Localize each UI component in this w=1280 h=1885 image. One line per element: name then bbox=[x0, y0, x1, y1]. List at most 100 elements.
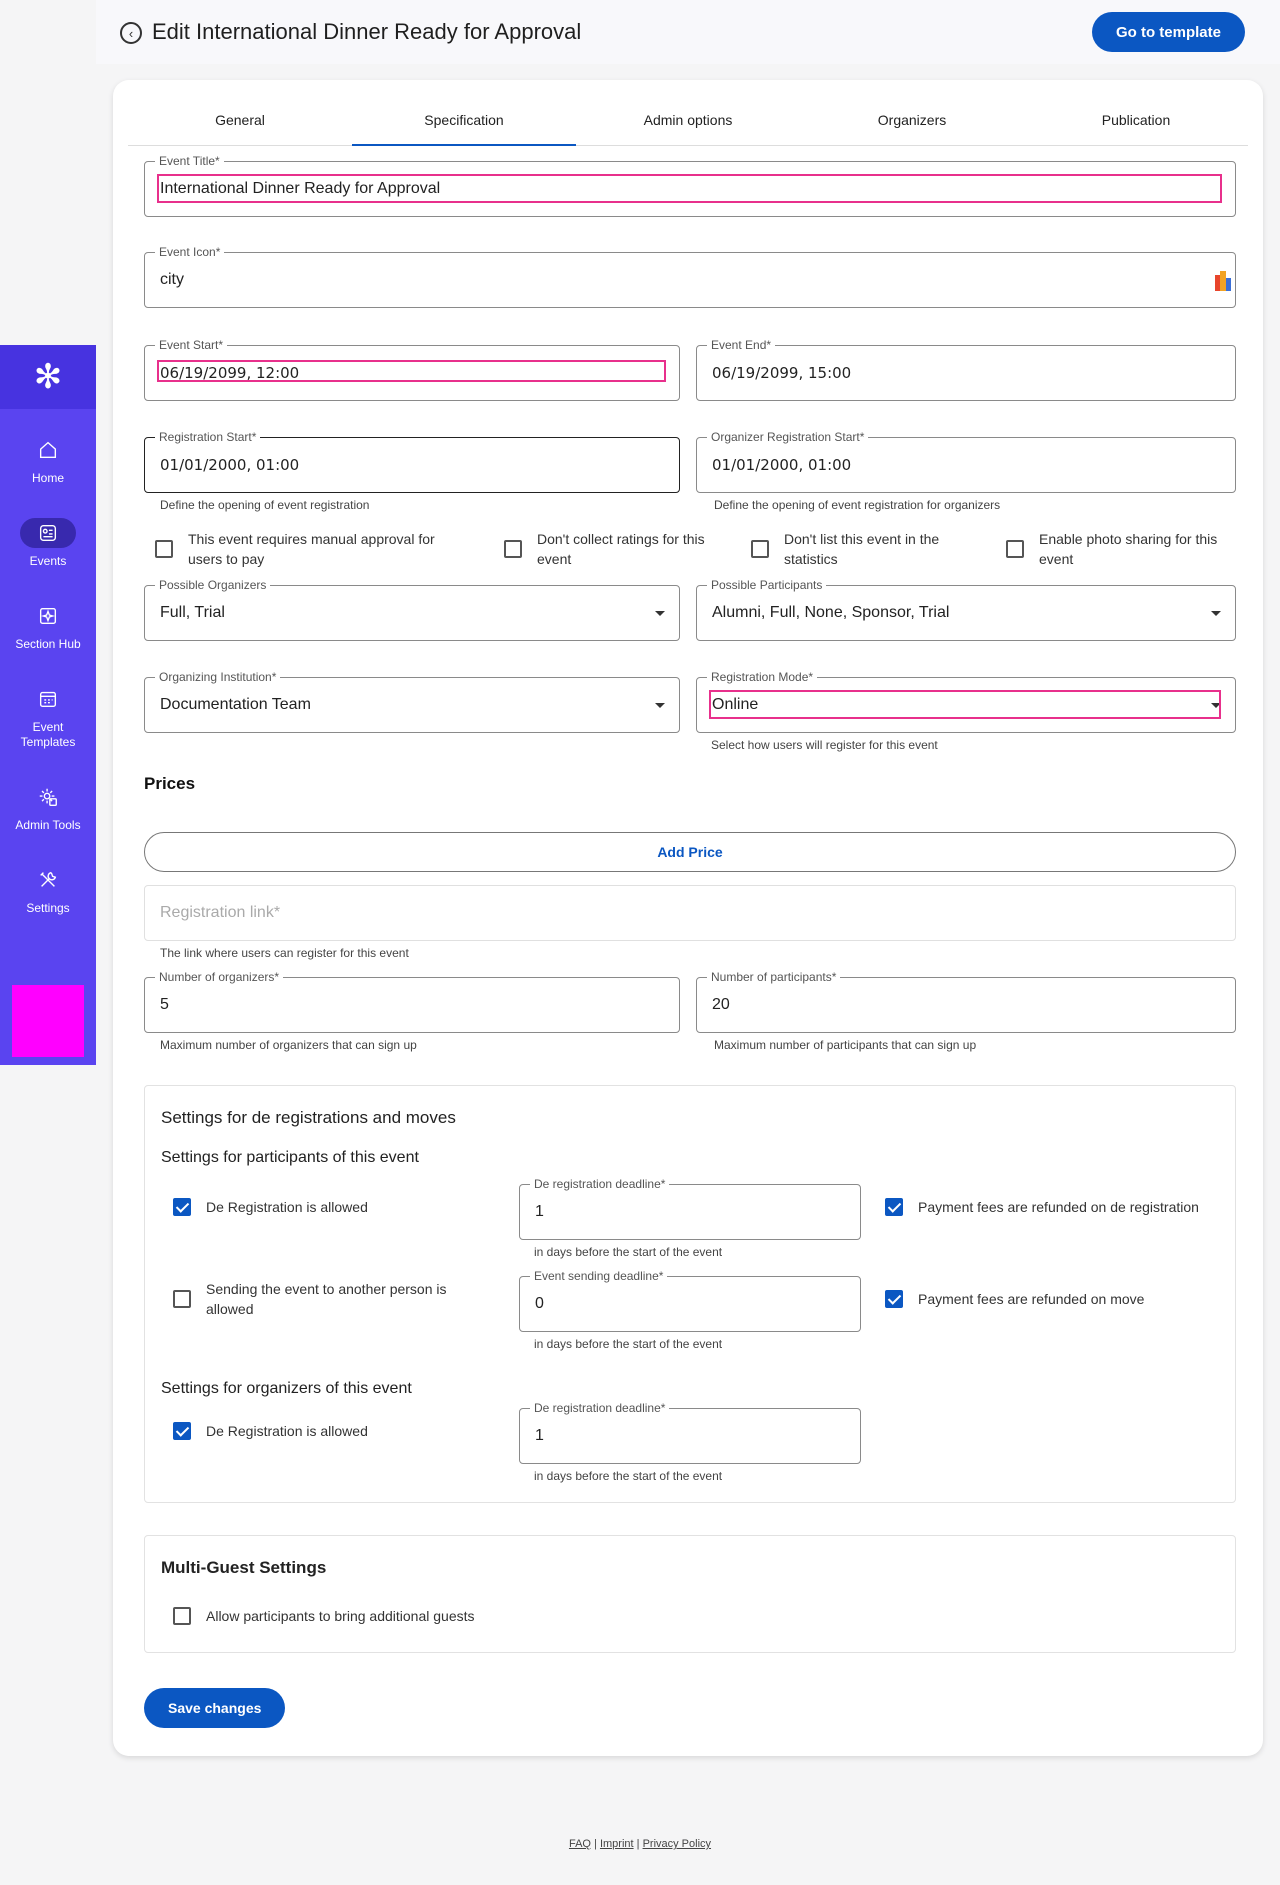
event-sending-deadline-value: 0 bbox=[535, 1295, 544, 1312]
registration-link-placeholder: Registration link* bbox=[160, 904, 281, 921]
event-end-value: 06/19/2099, 15:00 bbox=[712, 364, 852, 382]
participant-dereg-allowed-checkbox[interactable] bbox=[173, 1198, 191, 1216]
organizer-registration-start-field[interactable]: Organizer Registration Start* 01/01/2000… bbox=[696, 430, 1236, 493]
registration-mode-select[interactable]: Registration Mode* Online bbox=[696, 670, 1236, 733]
sidebar-item-events[interactable]: Events bbox=[8, 518, 88, 569]
multi-guest-title: Multi-Guest Settings bbox=[161, 1558, 327, 1577]
section-hub-icon bbox=[20, 601, 76, 631]
organizer-dereg-allowed-checkbox[interactable] bbox=[173, 1422, 191, 1440]
event-title-label: Event Title* bbox=[155, 154, 224, 168]
event-templates-icon bbox=[20, 684, 76, 714]
participant-dereg-deadline-value: 1 bbox=[535, 1203, 544, 1220]
chevron-down-icon bbox=[655, 703, 665, 708]
registration-start-helper: Define the opening of event registration bbox=[160, 498, 370, 512]
participant-dereg-deadline-field[interactable]: De registration deadline* 1 bbox=[519, 1177, 861, 1240]
no-ratings-label: Don't collect ratings for this event bbox=[537, 531, 705, 567]
num-participants-field[interactable]: Number of participants* 20 bbox=[696, 970, 1236, 1033]
participant-dereg-allowed-label: De Registration is allowed bbox=[206, 1199, 368, 1215]
app-logo[interactable]: ✻ bbox=[0, 345, 96, 409]
registration-mode-helper: Select how users will register for this … bbox=[711, 738, 938, 752]
num-organizers-helper: Maximum number of organizers that can si… bbox=[160, 1038, 417, 1052]
organizer-dereg-deadline-label: De registration deadline* bbox=[530, 1401, 670, 1415]
sending-allowed-checkbox[interactable] bbox=[173, 1290, 191, 1308]
sidebar-item-settings[interactable]: Settings bbox=[8, 865, 88, 916]
registration-start-value: 01/01/2000, 01:00 bbox=[160, 456, 300, 474]
participant-dereg-deadline-helper: in days before the start of the event bbox=[534, 1245, 723, 1259]
possible-organizers-value: Full, Trial bbox=[160, 604, 225, 621]
organizing-institution-select[interactable]: Organizing Institution* Documentation Te… bbox=[144, 670, 680, 733]
event-end-field[interactable]: Event End* 06/19/2099, 15:00 bbox=[696, 338, 1236, 401]
imprint-link[interactable]: Imprint bbox=[600, 1838, 634, 1850]
manual-approval-checkbox[interactable] bbox=[155, 540, 173, 558]
add-price-button[interactable]: Add Price bbox=[144, 832, 1236, 872]
edit-event-card: General Specification Admin options Orga… bbox=[113, 80, 1263, 1756]
tab-admin-options[interactable]: Admin options bbox=[576, 94, 800, 145]
event-sending-deadline-field[interactable]: Event sending deadline* 0 bbox=[519, 1269, 861, 1332]
num-participants-helper: Maximum number of participants that can … bbox=[714, 1038, 977, 1052]
tab-specification[interactable]: Specification bbox=[352, 94, 576, 146]
admin-tools-icon bbox=[20, 782, 76, 812]
tab-publication[interactable]: Publication bbox=[1024, 94, 1248, 145]
event-start-label: Event Start* bbox=[155, 338, 228, 352]
footer-separator: | bbox=[594, 1838, 597, 1850]
event-end-label: Event End* bbox=[707, 338, 776, 352]
event-start-field[interactable]: Event Start* 06/19/2099, 12:00 bbox=[144, 338, 680, 401]
manual-approval-label: This event requires manual approval for … bbox=[188, 531, 435, 567]
faq-link[interactable]: FAQ bbox=[569, 1838, 591, 1850]
privacy-policy-link[interactable]: Privacy Policy bbox=[643, 1838, 711, 1850]
footer-separator: | bbox=[636, 1838, 640, 1850]
event-icon-field[interactable]: Event Icon* city bbox=[144, 245, 1236, 308]
go-to-template-button[interactable]: Go to template bbox=[1091, 12, 1245, 52]
num-participants-value: 20 bbox=[712, 996, 730, 1013]
organizer-registration-start-value: 01/01/2000, 01:00 bbox=[712, 456, 852, 474]
organizers-settings-title: Settings for organizers of this event bbox=[161, 1380, 412, 1397]
tab-organizers[interactable]: Organizers bbox=[800, 94, 1024, 145]
refund-on-dereg-checkbox[interactable] bbox=[885, 1198, 903, 1216]
organizer-registration-start-label: Organizer Registration Start* bbox=[707, 430, 869, 444]
highlight-box bbox=[157, 174, 1222, 203]
refund-on-move-label: Payment fees are refunded on move bbox=[918, 1291, 1145, 1307]
tab-bar: General Specification Admin options Orga… bbox=[128, 94, 1248, 146]
home-icon bbox=[20, 435, 76, 465]
num-participants-label: Number of participants* bbox=[707, 970, 841, 984]
allow-guests-checkbox[interactable] bbox=[173, 1607, 191, 1625]
multi-guest-settings-box: Multi-Guest Settings Allow participants … bbox=[144, 1535, 1236, 1653]
organizer-dereg-deadline-field[interactable]: De registration deadline* 1 bbox=[519, 1401, 861, 1464]
possible-organizers-label: Possible Organizers bbox=[155, 578, 271, 592]
organizer-dereg-allowed-label: De Registration is allowed bbox=[206, 1423, 368, 1439]
registration-mode-label: Registration Mode* bbox=[707, 670, 818, 684]
no-ratings-checkbox[interactable] bbox=[504, 540, 522, 558]
registration-start-label: Registration Start* bbox=[155, 430, 261, 444]
no-statistics-checkbox[interactable] bbox=[751, 540, 769, 558]
registration-start-field[interactable]: Registration Start* 01/01/2000, 01:00 bbox=[144, 430, 680, 493]
tab-general[interactable]: General bbox=[128, 94, 352, 145]
participants-settings-title: Settings for participants of this event bbox=[161, 1149, 419, 1166]
sidebar-item-admin-tools[interactable]: Admin Tools bbox=[8, 782, 88, 833]
participant-dereg-deadline-label: De registration deadline* bbox=[530, 1177, 670, 1191]
possible-participants-value: Alumni, Full, None, Sponsor, Trial bbox=[712, 604, 950, 621]
save-changes-button[interactable]: Save changes bbox=[144, 1688, 286, 1728]
highlight-box bbox=[157, 360, 666, 382]
highlight-box bbox=[709, 690, 1221, 719]
sidebar-item-home[interactable]: Home bbox=[8, 435, 88, 486]
sidebar: ✻ Home Events Section Hub Event Template… bbox=[0, 345, 96, 1065]
registration-link-helper: The link where users can register for th… bbox=[160, 946, 409, 960]
magenta-block bbox=[12, 985, 84, 1057]
back-arrow-icon[interactable]: ‹ bbox=[120, 22, 142, 44]
events-icon bbox=[20, 518, 76, 548]
event-sending-deadline-helper: in days before the start of the event bbox=[534, 1337, 723, 1351]
asterisk-logo-icon: ✻ bbox=[33, 358, 63, 396]
num-organizers-field[interactable]: Number of organizers* 5 bbox=[144, 970, 680, 1033]
possible-participants-select[interactable]: Possible Participants Alumni, Full, None… bbox=[696, 578, 1236, 641]
chevron-down-icon bbox=[655, 611, 665, 616]
sidebar-item-event-templates[interactable]: Event Templates bbox=[8, 684, 88, 750]
photo-sharing-checkbox[interactable] bbox=[1006, 540, 1024, 558]
event-title-field[interactable]: Event Title* International Dinner Ready … bbox=[144, 154, 1236, 217]
registration-link-field[interactable]: Registration link* bbox=[144, 885, 1236, 941]
sidebar-item-section-hub[interactable]: Section Hub bbox=[8, 601, 88, 652]
possible-organizers-select[interactable]: Possible Organizers Full, Trial bbox=[144, 578, 680, 641]
organizer-dereg-deadline-value: 1 bbox=[535, 1427, 544, 1444]
possible-participants-label: Possible Participants bbox=[707, 578, 827, 592]
page-header: ‹ Edit International Dinner Ready for Ap… bbox=[96, 0, 1280, 64]
refund-on-move-checkbox[interactable] bbox=[885, 1290, 903, 1308]
